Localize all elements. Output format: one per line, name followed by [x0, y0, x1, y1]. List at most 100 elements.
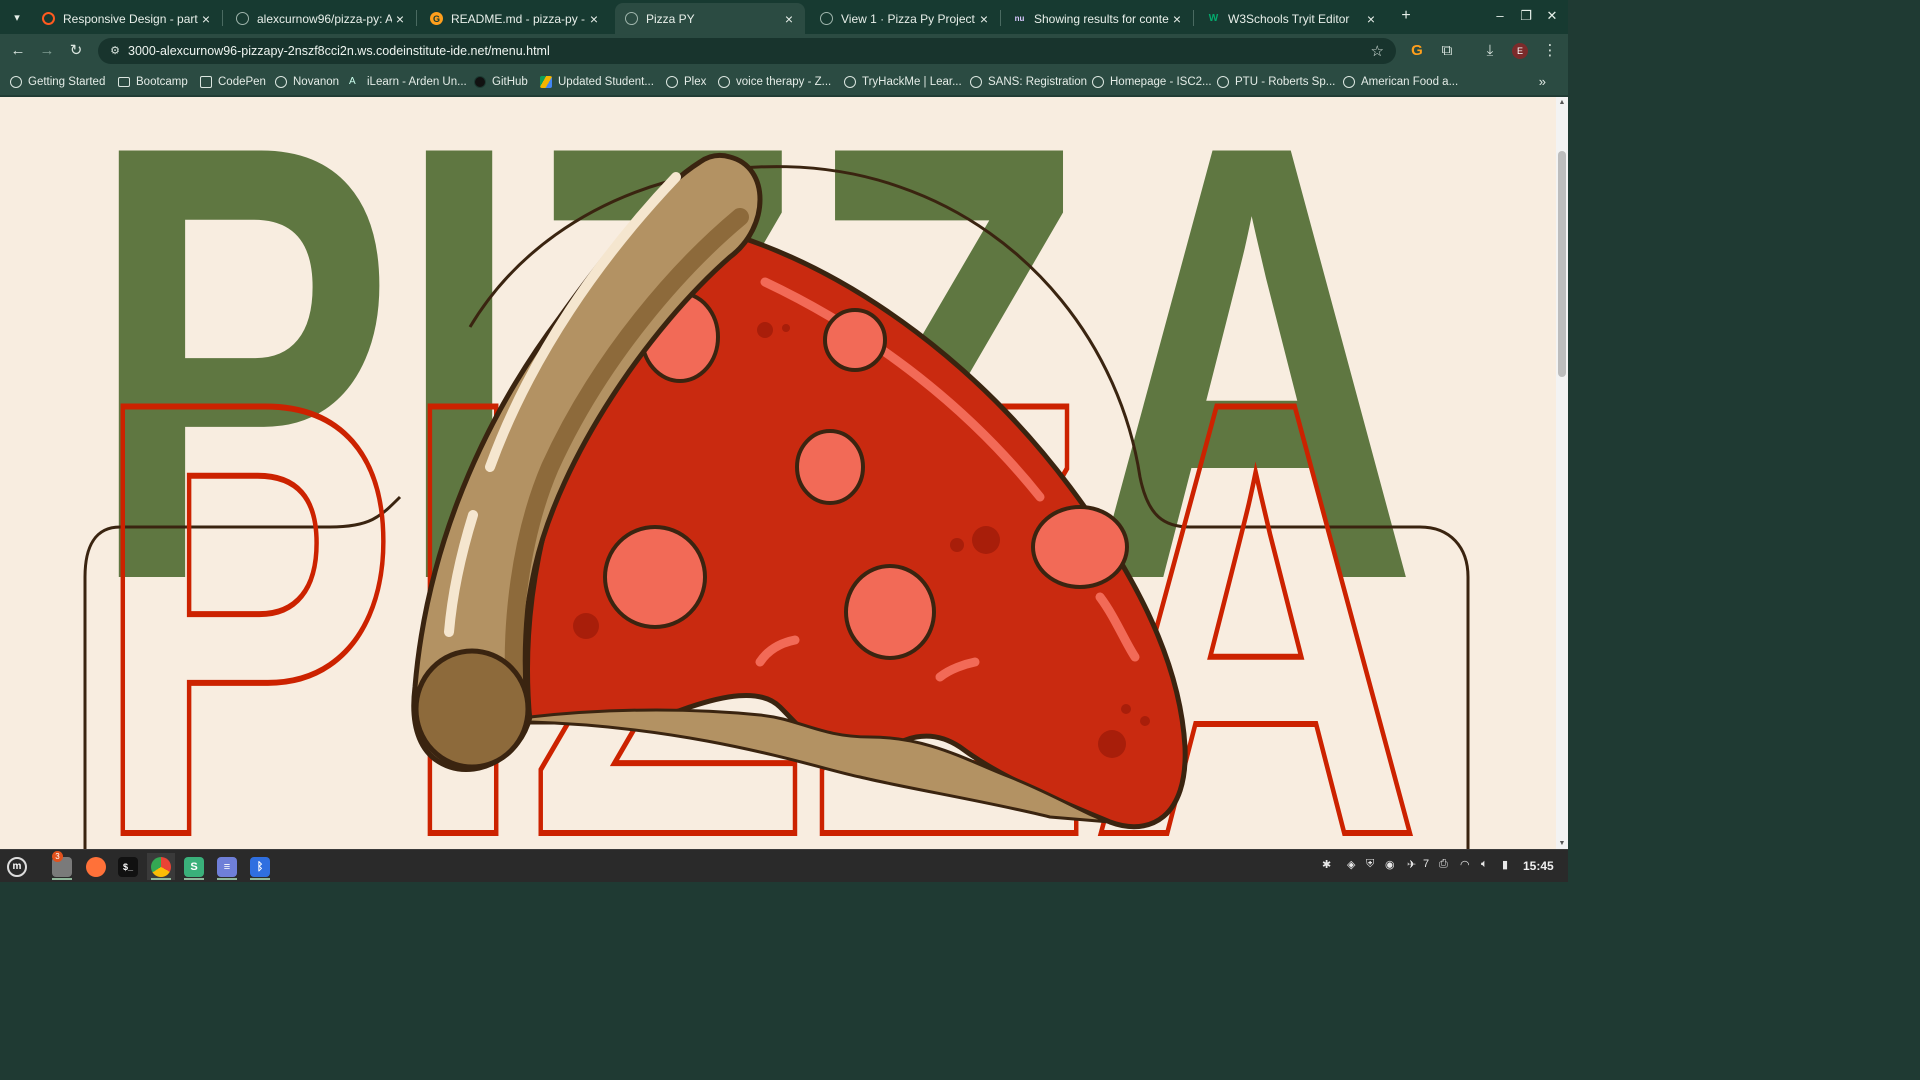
globe-icon [666, 76, 678, 88]
tab-w3schools[interactable]: W W3Schools Tryit Editor × [1197, 3, 1387, 34]
bookmark-label: GitHub [492, 76, 528, 88]
url-text[interactable]: 3000-alexcurnow96-pizzapy-2nszf8cci2n.ws… [128, 44, 550, 58]
sauce-dot [573, 613, 599, 639]
profile-avatar[interactable]: E [1512, 43, 1528, 59]
notifications-tray-icon[interactable]: ✈ [1407, 858, 1416, 871]
bookmark-item[interactable]: GitHub [474, 74, 528, 90]
tab-github-pizza-py[interactable]: alexcurnow96/pizza-py: A w × [226, 3, 416, 34]
minimize-icon[interactable]: – [1490, 8, 1510, 23]
bluetooth-icon[interactable]: ᛒ [246, 853, 274, 880]
back-arrow-icon[interactable]: ← [8, 41, 28, 61]
download-icon[interactable]: ⤓ [1480, 41, 1500, 61]
shield-tray-icon[interactable]: ◈ [1347, 858, 1355, 871]
bookmark-item[interactable]: SANS: Registration [970, 74, 1087, 90]
firefox-icon[interactable] [82, 853, 110, 880]
close-icon[interactable]: × [976, 11, 992, 27]
bookmark-item[interactable]: PTU - Roberts Sp... [1217, 74, 1335, 90]
scroll-down-arrow-icon[interactable]: ▼ [1558, 840, 1566, 847]
bookmark-item[interactable]: Bootcamp [118, 74, 188, 90]
close-window-icon[interactable]: ✕ [1542, 8, 1562, 24]
page-viewport: PIZZA PIZZA [0, 97, 1556, 849]
bookmark-item[interactable]: AiLearn - Arden Un... [349, 74, 467, 90]
github-icon [236, 12, 249, 25]
scrollbar-thumb[interactable] [1558, 151, 1566, 377]
bookmark-label: voice therapy - Z... [736, 76, 832, 88]
sauce-dot [1140, 716, 1150, 726]
sauce-dot [972, 526, 1000, 554]
bookmark-item[interactable]: Plex [666, 74, 706, 90]
pepperoni [844, 564, 936, 660]
tab-view-pizza-py-project[interactable]: View 1 · Pizza Py Project × [810, 3, 1000, 34]
sauce-dot [757, 322, 773, 338]
os-taskbar: m 3 $_ S ≡ ᛒ ✱ ◈ ⛨ ◉ ✈ 7 ⎙ ◠ 🔈︎ ▮ 15:45 [0, 849, 1568, 882]
restore-icon[interactable]: ❐ [1516, 8, 1536, 24]
gitpod-icon: G [430, 12, 443, 25]
page-scrollbar[interactable]: ▲ ▼ [1556, 97, 1568, 849]
chevron-double-right-icon[interactable]: » [1539, 74, 1546, 89]
bookmark-label: Getting Started [28, 76, 106, 88]
tab-readme-gitpod[interactable]: G README.md - pizza-py - Gitp × [420, 3, 610, 34]
slack-icon[interactable]: S [180, 853, 208, 880]
bookmark-item[interactable]: American Food a... [1343, 74, 1458, 90]
terminal-icon[interactable]: $_ [114, 853, 142, 880]
bookmark-label: Updated Student... [558, 76, 654, 88]
drive-tray-icon[interactable]: ◉ [1385, 858, 1395, 871]
bookmarks-bar: Getting Started Bootcamp CodePen Novanon… [0, 68, 1568, 96]
vpn-tray-icon[interactable]: ⛨ [1366, 858, 1374, 871]
close-icon[interactable]: × [781, 11, 797, 27]
extensions-puzzle-icon[interactable]: ⧉ [1437, 41, 1457, 61]
tab-title: W3Schools Tryit Editor [1228, 11, 1350, 26]
new-tab-plus-icon[interactable]: + [1396, 6, 1416, 26]
tab-title: Showing results for content [1034, 11, 1169, 26]
bookmark-label: Plex [684, 76, 707, 88]
tab-divider [1000, 10, 1001, 26]
bookmark-label: TryHackMe | Lear... [862, 76, 962, 88]
bookmark-star-icon[interactable]: ☆ [1371, 42, 1384, 60]
sauce-dot [1121, 704, 1131, 714]
notes-icon[interactable]: ≡ [213, 853, 241, 880]
reload-icon[interactable]: ↻ [66, 41, 86, 61]
tab-search-chevron-icon[interactable]: ▾ [6, 6, 28, 28]
tab-pizza-py[interactable]: Pizza PY × [615, 3, 805, 34]
site-info-icon[interactable]: ⚙ [108, 44, 122, 58]
drive-icon [540, 76, 552, 88]
globe-icon [10, 76, 22, 88]
address-bar[interactable]: ⚙ 3000-alexcurnow96-pizzapy-2nszf8cci2n.… [98, 38, 1396, 64]
bookmark-item[interactable]: voice therapy - Z... [718, 74, 831, 90]
bookmark-item[interactable]: TryHackMe | Lear... [844, 74, 962, 90]
forward-arrow-icon[interactable]: → [37, 41, 57, 61]
globe-icon [1343, 76, 1355, 88]
bookmark-item[interactable]: Getting Started [10, 74, 105, 90]
close-icon[interactable]: × [1363, 11, 1379, 27]
close-icon[interactable]: × [1169, 11, 1185, 27]
close-icon[interactable]: × [586, 11, 602, 27]
tab-strip: ▾ Responsive Design - part 1 | × alexcur… [0, 0, 1568, 34]
bookmark-item[interactable]: CodePen [200, 74, 266, 90]
battery-icon[interactable]: ▮ [1502, 858, 1508, 871]
wifi-icon[interactable]: ◠ [1460, 858, 1470, 871]
tab-title: Responsive Design - part 1 | [63, 11, 198, 26]
bookmark-item[interactable]: Homepage - ISC2... [1092, 74, 1212, 90]
globe-icon [1092, 76, 1104, 88]
slack-tray-icon[interactable]: ✱ [1322, 858, 1331, 871]
close-icon[interactable]: × [392, 11, 408, 27]
notifications-count: 7 [1423, 858, 1430, 870]
gitpod-extension-icon[interactable]: G [1407, 41, 1427, 61]
pepperoni [823, 308, 887, 372]
sauce-dot [782, 324, 790, 332]
menu-icon[interactable]: m [3, 853, 31, 880]
scroll-up-arrow-icon[interactable]: ▲ [1558, 99, 1566, 106]
close-icon[interactable]: × [198, 11, 214, 27]
bookmark-item[interactable]: Novanon [275, 74, 339, 90]
tab-showing-results[interactable]: nu Showing results for content × [1003, 3, 1193, 34]
clock[interactable]: 15:45 [1523, 859, 1554, 873]
bookmark-label: Bootcamp [136, 76, 188, 88]
bookmark-item[interactable]: Updated Student... [540, 74, 654, 90]
tab-responsive-design[interactable]: Responsive Design - part 1 | × [32, 3, 222, 34]
tab-title: View 1 · Pizza Py Project [841, 11, 975, 26]
volume-icon[interactable]: 🔈︎ [1481, 858, 1488, 871]
printer-icon[interactable]: ⎙ [1439, 858, 1448, 871]
chrome-icon[interactable] [147, 853, 175, 880]
kebab-menu-icon[interactable]: ⋮ [1540, 41, 1560, 61]
pepperoni [1031, 505, 1129, 589]
